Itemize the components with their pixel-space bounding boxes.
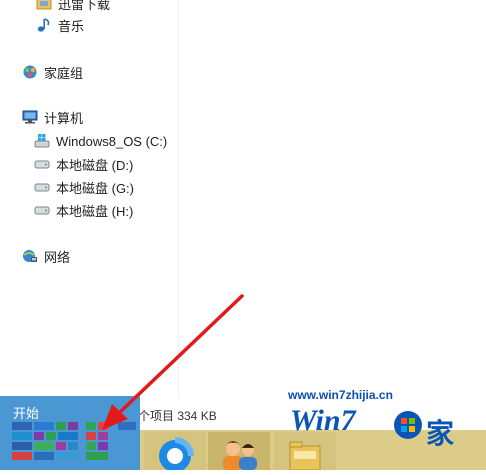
watermark-logo-suffix: 家 — [426, 418, 455, 449]
watermark-logo-text: Win7 — [290, 404, 356, 437]
watermark-url: www.win7zhijia.cn — [288, 388, 393, 402]
windows-flag-icon — [394, 411, 422, 439]
